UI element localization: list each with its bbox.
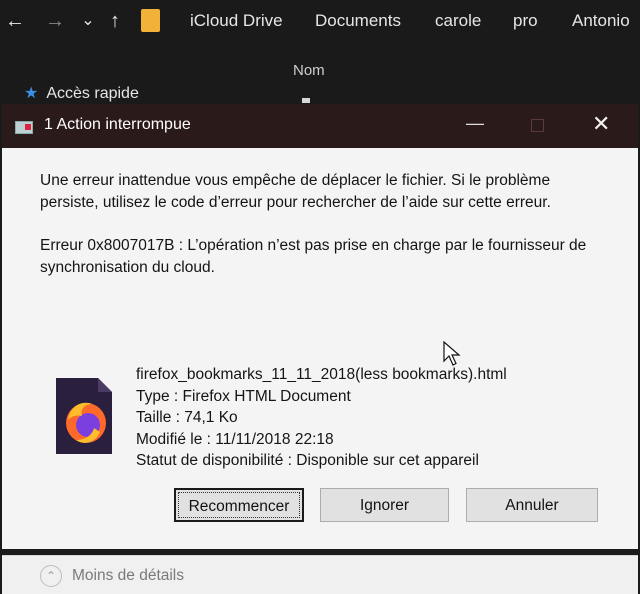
minimize-icon[interactable]: — [466, 113, 484, 134]
dialog-body: Une erreur inattendue vous empêche de dé… [2, 148, 638, 594]
file-details: firefox_bookmarks_11_11_2018(less bookma… [136, 364, 507, 472]
ignore-button[interactable]: Ignorer [320, 488, 449, 522]
maximize-icon [531, 119, 544, 132]
folder-icon [141, 9, 160, 32]
recent-locations-chevron-icon[interactable]: ⌄ [80, 8, 96, 34]
close-icon[interactable]: ✕ [592, 111, 610, 137]
sidebar-item-label: Accès rapide [46, 85, 139, 102]
retry-button[interactable]: Recommencer [174, 488, 304, 522]
dialog-titlebar[interactable]: 1 Action interrompue — ✕ [2, 104, 638, 148]
error-dialog: 1 Action interrompue — ✕ Une erreur inat… [2, 104, 638, 594]
breadcrumb-icloud-drive[interactable]: iCloud Drive [190, 11, 283, 31]
back-arrow-icon[interactable]: ← [4, 8, 26, 34]
dialog-footer: ⌃ Moins de détails [2, 555, 638, 594]
breadcrumb-antonio[interactable]: Antonio [572, 11, 630, 31]
breadcrumb-pro[interactable]: pro [513, 11, 538, 31]
cancel-button[interactable]: Annuler [466, 488, 598, 522]
sidebar-item-quick-access[interactable]: ★ Accès rapide [24, 83, 139, 103]
firefox-html-file-icon [56, 378, 112, 454]
dialog-title: 1 Action interrompue [44, 116, 191, 133]
explorer-navbar: ← → ⌄ ↑ iCloud Drive Documents carole pr… [0, 0, 640, 44]
error-code-message: Erreur 0x8007017B : L’opération n’est pa… [40, 237, 587, 276]
column-header-name[interactable]: Nom [293, 62, 325, 79]
chevron-up-icon[interactable]: ⌃ [40, 565, 62, 587]
file-modified: Modifié le : 11/11/2018 22:18 [136, 430, 334, 448]
error-message: Une erreur inattendue vous empêche de dé… [40, 172, 551, 211]
sort-indicator [302, 98, 310, 103]
breadcrumb-carole[interactable]: carole [435, 11, 481, 31]
breadcrumb-documents[interactable]: Documents [315, 11, 401, 31]
up-arrow-icon[interactable]: ↑ [104, 8, 126, 34]
file-type: Type : Firefox HTML Document [136, 387, 351, 405]
less-details-link[interactable]: Moins de détails [72, 567, 184, 585]
mouse-cursor-icon [443, 341, 461, 366]
forward-arrow-icon[interactable]: → [44, 8, 66, 34]
file-availability: Statut de disponibilité : Disponible sur… [136, 452, 479, 469]
file-size: Taille : 74,1 Ko [136, 409, 238, 426]
file-operation-icon [15, 121, 33, 134]
star-icon: ★ [24, 85, 39, 102]
file-name: firefox_bookmarks_11_11_2018(less bookma… [136, 366, 507, 383]
